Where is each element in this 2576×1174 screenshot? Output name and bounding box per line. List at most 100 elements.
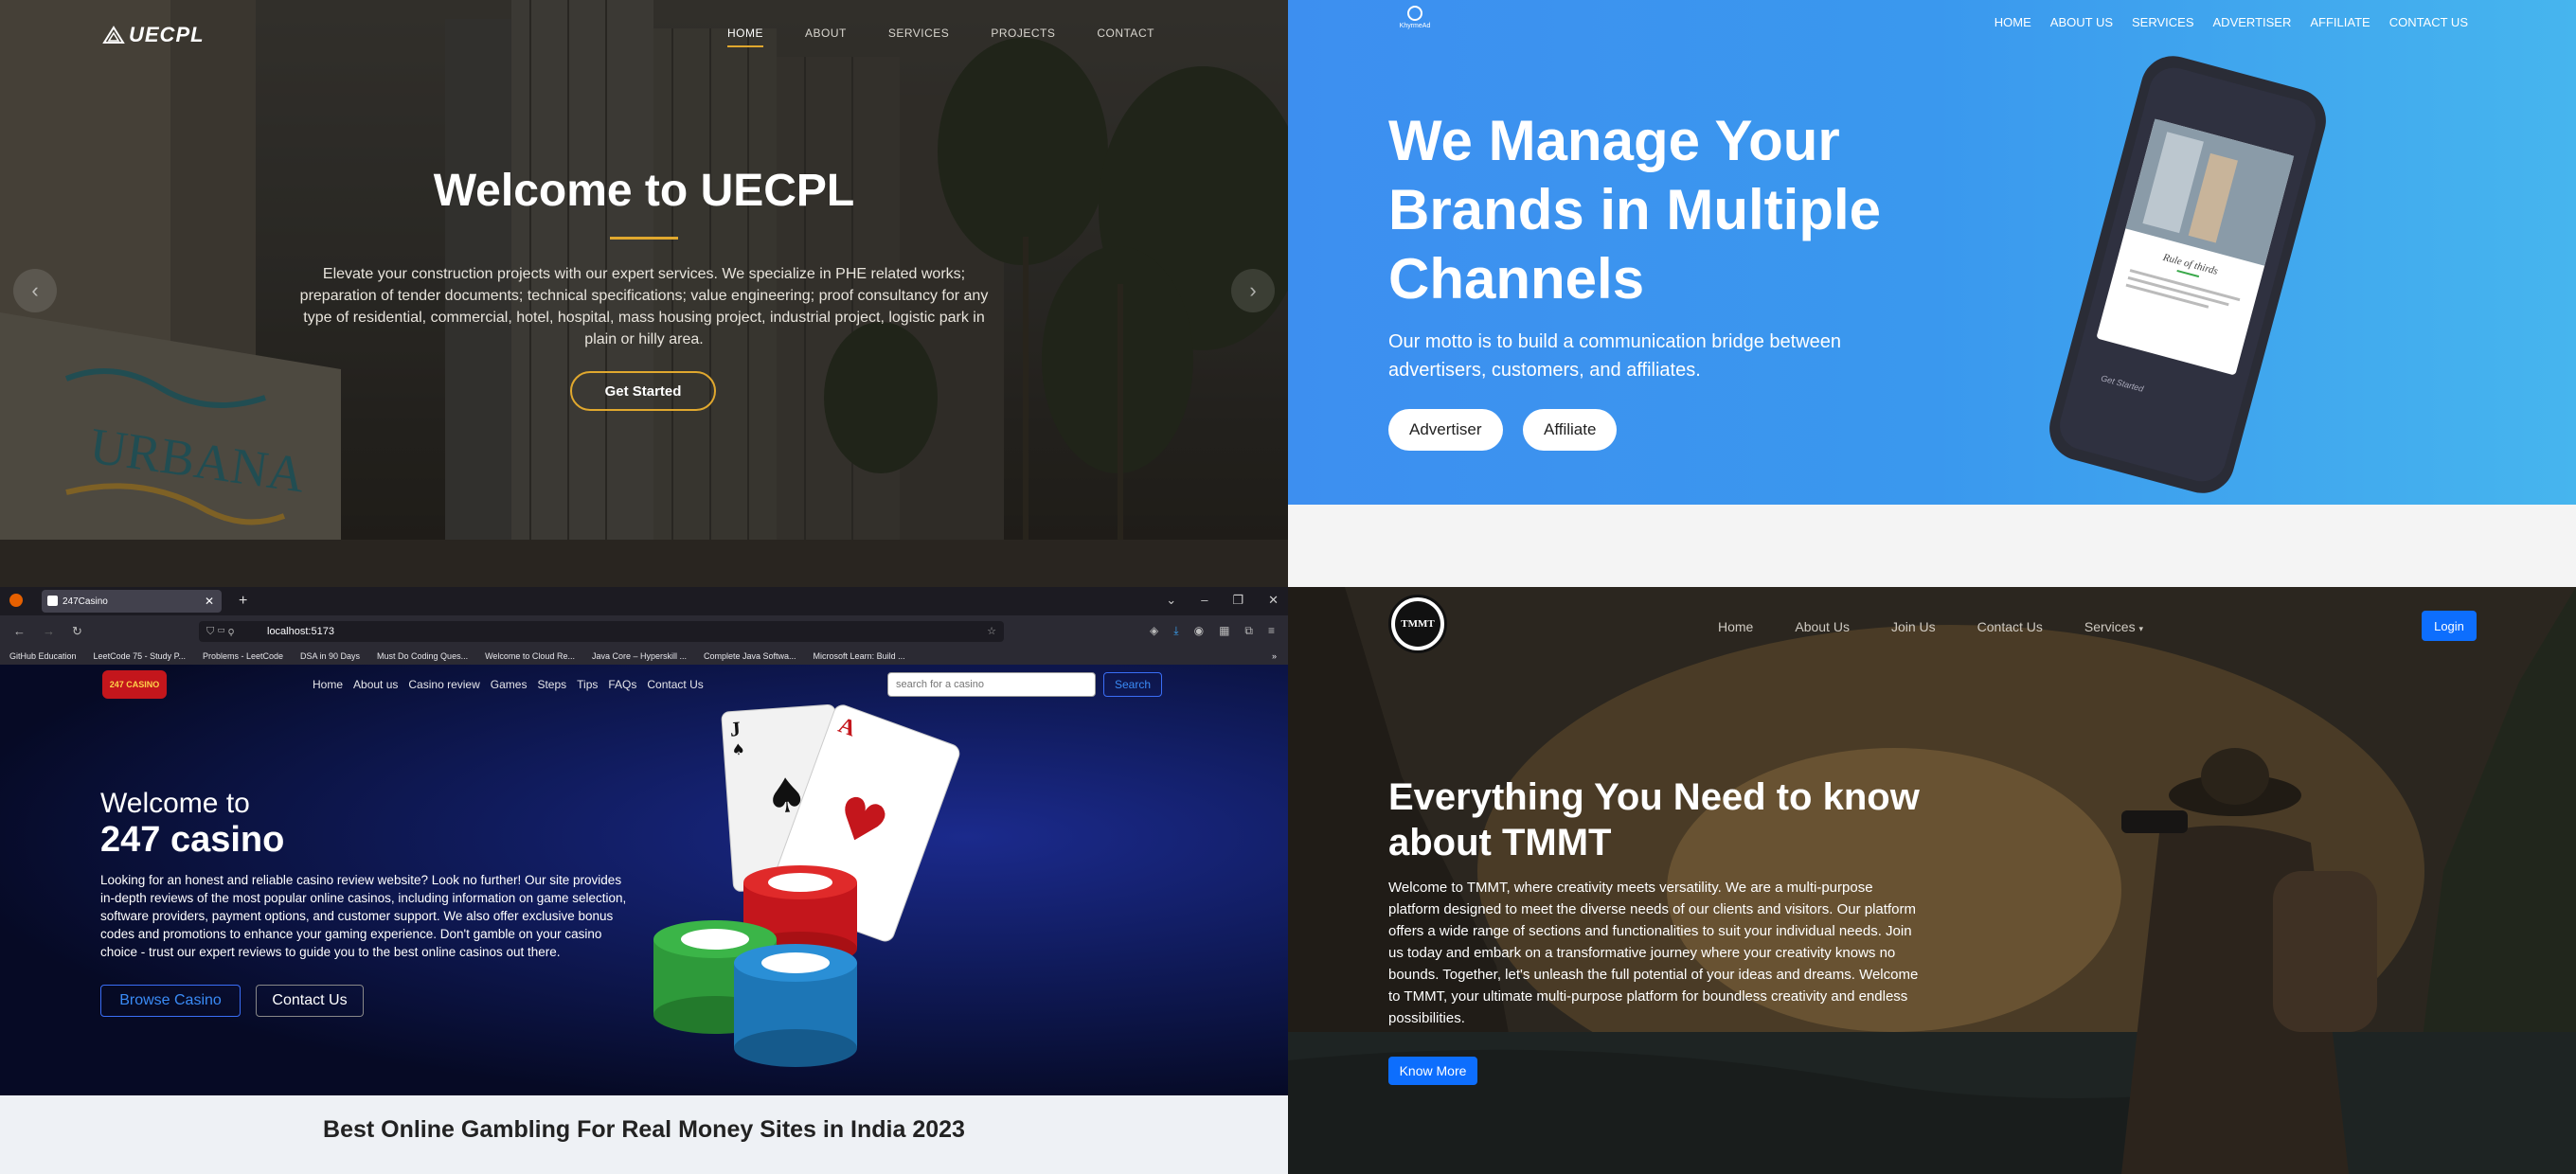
login-button[interactable]: Login	[2422, 611, 2477, 641]
nav-affiliate[interactable]: AFFILIATE	[2310, 15, 2370, 29]
casino-search-input[interactable]	[887, 672, 1096, 697]
nav-home[interactable]: HOME	[727, 27, 763, 47]
extensions-puzzle-icon[interactable]: ⧉	[1244, 624, 1253, 638]
title-underline	[610, 237, 678, 240]
browser-chrome: 247Casino ✕ + ⌄ – ❐ ✕ ← → ↻ ⛉ ▭ ⚲ localh…	[0, 587, 1288, 665]
casino-logo[interactable]: 247 CASINO	[102, 670, 167, 699]
shield-icon: ⛉ ▭ ⚲	[206, 626, 235, 637]
nav-advertiser[interactable]: ADVERTISER	[2213, 15, 2292, 29]
casino-page: 247 CASINO Home About us Casino review G…	[0, 665, 1288, 1095]
casino-browser-window: 247Casino ✕ + ⌄ – ❐ ✕ ← → ↻ ⛉ ▭ ⚲ localh…	[0, 587, 1288, 1174]
nav-about-us[interactable]: About Us	[1795, 619, 1850, 634]
phone-mockup-image: Rule of thirds Get Started	[2049, 56, 2326, 493]
get-started-button[interactable]: Get Started	[570, 371, 716, 411]
bookmark-item[interactable]: GitHub Education	[9, 651, 77, 661]
bookmark-item[interactable]: Microsoft Learn: Build ...	[814, 651, 905, 661]
nav-steps[interactable]: Steps	[537, 678, 566, 691]
url-text: localhost:5173	[267, 626, 334, 637]
hero-description: Welcome to TMMT, where creativity meets …	[1388, 880, 1919, 1026]
bookmark-star-icon[interactable]: ☆	[987, 621, 996, 642]
nav-join-us[interactable]: Join Us	[1891, 619, 1936, 634]
carousel-next-arrow[interactable]: ›	[1231, 269, 1275, 312]
logo-circle-icon	[1407, 6, 1422, 21]
nav-contact-us[interactable]: CONTACT US	[2389, 15, 2468, 29]
new-tab-icon[interactable]: +	[239, 593, 247, 610]
chevron-left-icon: ‹	[31, 278, 39, 302]
uecpl-logo[interactable]: UECPL	[102, 23, 205, 47]
khyrmead-website: KhyrmeAd HOME ABOUT US SERVICES ADVERTIS…	[1288, 0, 2576, 587]
know-more-button[interactable]: Know More	[1388, 1057, 1477, 1085]
cards-and-chips-image: J ♠ ♠ A ♥	[653, 703, 960, 1067]
nav-casino-review[interactable]: Casino review	[408, 678, 479, 691]
url-bar[interactable]: ⛉ ▭ ⚲ localhost:5173 ☆	[199, 621, 1004, 642]
advertiser-button[interactable]: Advertiser	[1388, 409, 1503, 451]
hero-title: Everything You Need to know about TMMT	[1388, 776, 1920, 863]
close-window-icon[interactable]: ✕	[1268, 593, 1279, 608]
logo-text: TMMT	[1395, 601, 1440, 647]
tmmt-logo[interactable]: TMMT	[1388, 595, 1447, 653]
blue-chip-stack	[734, 944, 857, 1067]
main-menu: Home About Us Join Us Contact Us Service…	[1718, 619, 2185, 634]
minimize-icon[interactable]: –	[1201, 593, 1208, 608]
back-icon[interactable]: ←	[13, 624, 26, 639]
hero-title: Welcome to UECPL	[433, 166, 855, 216]
more-bookmarks-icon[interactable]: »	[1272, 651, 1277, 661]
nav-services[interactable]: SERVICES	[2132, 15, 2194, 29]
extension-icon[interactable]: ▦	[1219, 624, 1229, 638]
account-icon[interactable]: ◉	[1194, 624, 1204, 638]
nav-about[interactable]: ABOUT	[805, 27, 847, 40]
forward-icon[interactable]: →	[43, 624, 55, 639]
nav-home[interactable]: HOME	[1995, 15, 2031, 29]
bookmark-item[interactable]: Must Do Coding Ques...	[377, 651, 468, 661]
browse-casino-button[interactable]: Browse Casino	[100, 985, 241, 1017]
firefox-icon[interactable]	[9, 594, 23, 607]
nav-contact-us[interactable]: Contact Us	[1977, 619, 2043, 634]
download-icon[interactable]: ⤓	[1173, 624, 1178, 638]
bookmark-item[interactable]: Complete Java Softwa...	[704, 651, 796, 661]
close-tab-icon[interactable]: ✕	[205, 595, 214, 608]
menu-icon[interactable]: ≡	[1268, 624, 1275, 638]
nav-contact[interactable]: CONTACT	[1097, 27, 1154, 40]
nav-projects[interactable]: PROJECTS	[991, 27, 1055, 40]
hero-description: Elevate your construction projects with …	[299, 266, 989, 347]
hero-title: We Manage Your Brands in Multiple Channe…	[1388, 109, 1882, 311]
nav-home[interactable]: Home	[1718, 619, 1753, 634]
hero-description: Looking for an honest and reliable casin…	[100, 873, 627, 959]
nav-tips[interactable]: Tips	[577, 678, 598, 691]
nav-services-label: Services	[2084, 619, 2136, 634]
contact-us-button[interactable]: Contact Us	[256, 985, 364, 1017]
affiliate-button[interactable]: Affiliate	[1523, 409, 1618, 451]
nav-contact-us[interactable]: Contact Us	[647, 678, 703, 691]
browser-tab-active[interactable]: 247Casino ✕	[42, 590, 222, 613]
tab-list-icon[interactable]: ⌄	[1166, 593, 1176, 608]
bookmark-item[interactable]: DSA in 90 Days	[300, 651, 360, 661]
nav-faqs[interactable]: FAQs	[608, 678, 636, 691]
carousel-prev-arrow[interactable]: ‹	[13, 269, 57, 312]
nav-about-us[interactable]: About us	[353, 678, 398, 691]
restore-icon[interactable]: ❐	[1232, 593, 1243, 608]
navigation-toolbar: ← → ↻ ⛉ ▭ ⚲ localhost:5173 ☆ ◈ ⤓ ◉ ▦ ⧉ ≡	[0, 615, 1288, 648]
nav-home[interactable]: Home	[313, 678, 343, 691]
brand-heading: 247 casino	[100, 820, 285, 860]
tab-bar: 247Casino ✕ + ⌄ – ❐ ✕	[0, 587, 1288, 615]
search-button[interactable]: Search	[1103, 672, 1162, 697]
window-controls: ⌄ – ❐ ✕	[1166, 593, 1279, 608]
bookmark-item[interactable]: LeetCode 75 - Study P...	[94, 651, 186, 661]
tmmt-website: TMMT Home About Us Join Us Contact Us Se…	[1288, 587, 2576, 1174]
bookmark-item[interactable]: Welcome to Cloud Re...	[485, 651, 575, 661]
nav-about-us[interactable]: ABOUT US	[2050, 15, 2113, 29]
khyrmead-logo[interactable]: KhyrmeAd	[1386, 6, 1443, 29]
bookmarks-toolbar: GitHub Education LeetCode 75 - Study P..…	[0, 648, 1288, 665]
logo-text: KhyrmeAd	[1399, 23, 1431, 29]
reload-icon[interactable]: ↻	[72, 624, 82, 639]
caret-down-icon: ▾	[2138, 624, 2143, 633]
tab-favicon-icon	[47, 596, 58, 606]
bookmark-item[interactable]: Java Core – Hyperskill ...	[592, 651, 687, 661]
bookmark-item[interactable]: Problems - LeetCode	[203, 651, 283, 661]
nav-services[interactable]: SERVICES	[888, 27, 949, 40]
uecpl-website: URBANA UECPL HOME ABOUT SERVICES PROJECT…	[0, 0, 1288, 587]
nav-services-dropdown[interactable]: Services ▾	[2084, 619, 2143, 634]
pocket-icon[interactable]: ◈	[1150, 624, 1158, 638]
nav-games[interactable]: Games	[491, 678, 528, 691]
main-menu: HOME ABOUT US SERVICES ADVERTISER AFFILI…	[1995, 15, 2468, 29]
